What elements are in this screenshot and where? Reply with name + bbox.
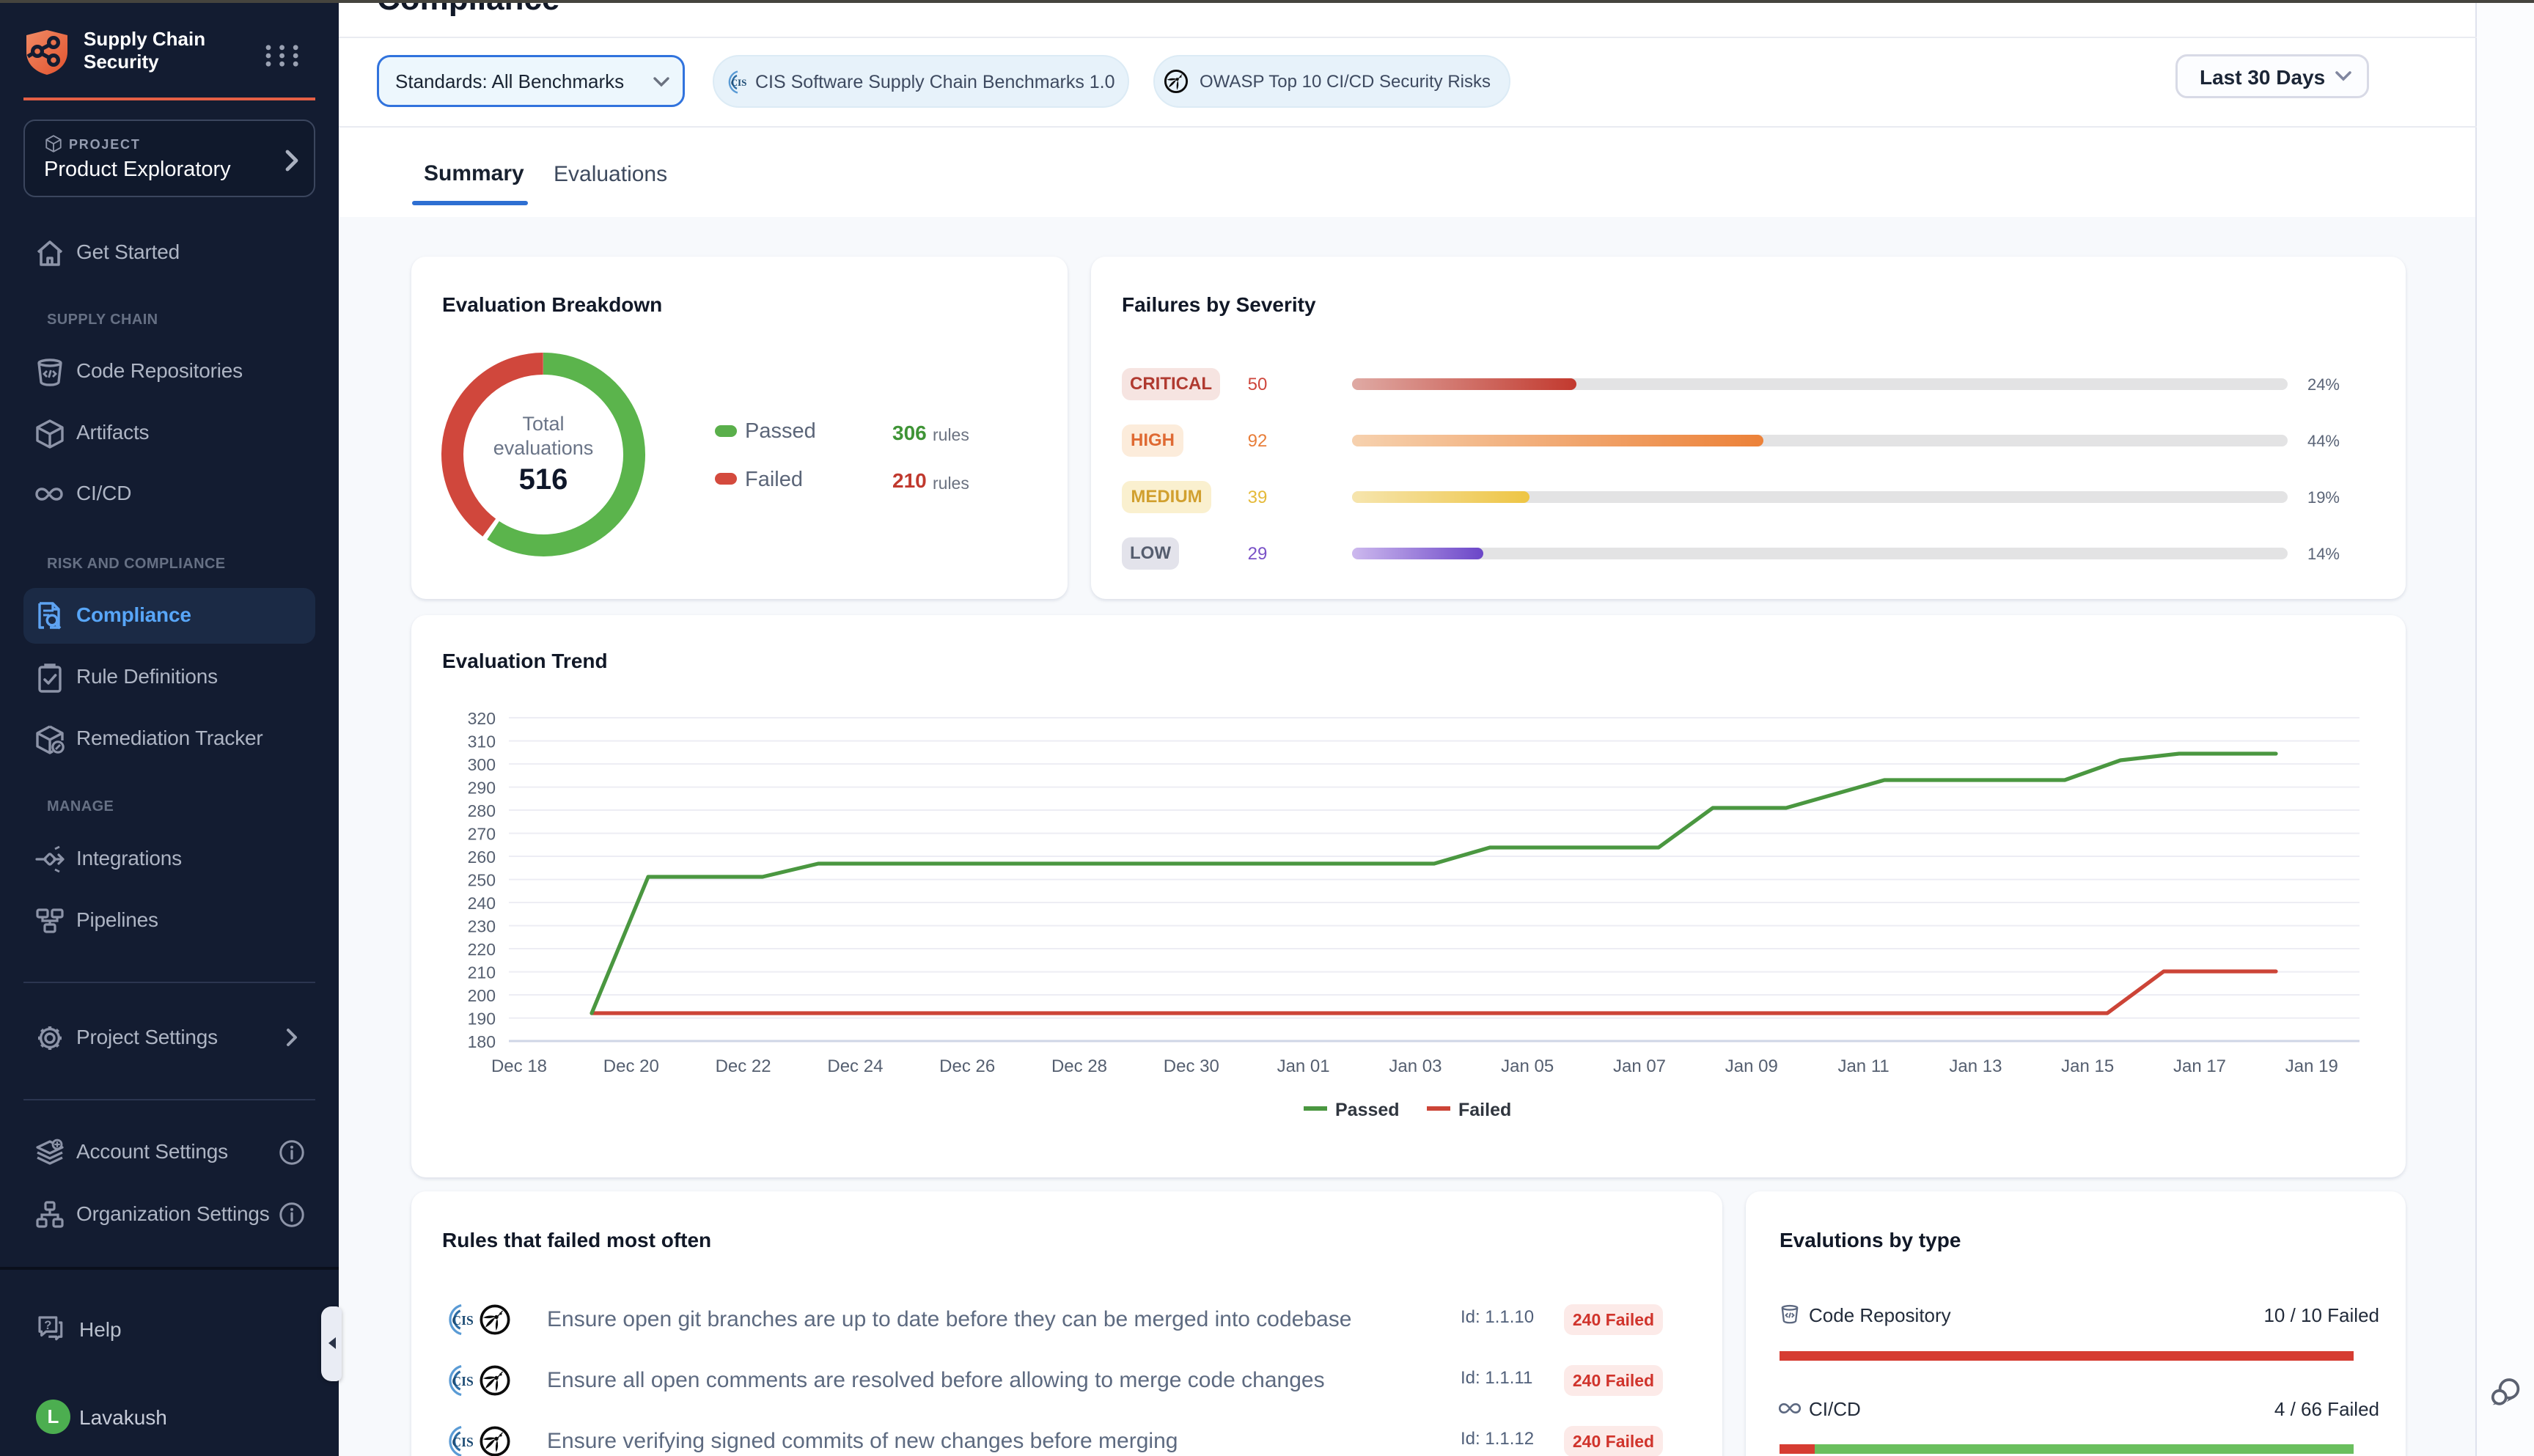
svg-text:CIS: CIS (452, 1313, 474, 1328)
svg-text:180: 180 (468, 1032, 496, 1051)
svg-text:220: 220 (468, 940, 496, 959)
svg-text:Dec 18: Dec 18 (491, 1056, 547, 1076)
svg-text:Jan 15: Jan 15 (2061, 1056, 2114, 1076)
svg-text:290: 290 (468, 779, 496, 798)
svg-text:?: ? (44, 1318, 51, 1332)
svg-text:310: 310 (468, 732, 496, 751)
svg-text:280: 280 (468, 801, 496, 820)
svg-text:230: 230 (468, 917, 496, 936)
svg-text:210: 210 (468, 963, 496, 982)
svg-text:Jan 05: Jan 05 (1501, 1056, 1554, 1076)
svg-text:Jan 19: Jan 19 (2285, 1056, 2338, 1076)
svg-text:Dec 22: Dec 22 (716, 1056, 771, 1076)
svg-text:CIS: CIS (452, 1374, 474, 1389)
svg-text:Dec 24: Dec 24 (827, 1056, 883, 1076)
svg-text:Jan 01: Jan 01 (1277, 1056, 1330, 1076)
svg-text:CIS: CIS (731, 77, 747, 88)
svg-text:CIS: CIS (452, 1435, 474, 1449)
svg-text:250: 250 (468, 871, 496, 890)
svg-text:Jan 11: Jan 11 (1837, 1056, 1889, 1076)
svg-text:240: 240 (468, 894, 496, 913)
svg-text:Jan 13: Jan 13 (1949, 1056, 2002, 1076)
svg-text:Jan 17: Jan 17 (2173, 1056, 2226, 1076)
svg-text:Jan 07: Jan 07 (1613, 1056, 1666, 1076)
svg-text:Jan 09: Jan 09 (1725, 1056, 1778, 1076)
svg-text:Dec 30: Dec 30 (1164, 1056, 1219, 1076)
svg-text:300: 300 (468, 755, 496, 774)
svg-text:Jan 03: Jan 03 (1389, 1056, 1442, 1076)
svg-text:320: 320 (468, 709, 496, 728)
svg-text:190: 190 (468, 1010, 496, 1029)
svg-text:Dec 26: Dec 26 (939, 1056, 995, 1076)
svg-text:260: 260 (468, 848, 496, 867)
svg-text:200: 200 (468, 986, 496, 1005)
svg-text:Dec 28: Dec 28 (1051, 1056, 1107, 1076)
svg-text:Dec 20: Dec 20 (603, 1056, 659, 1076)
svg-text:270: 270 (468, 825, 496, 844)
